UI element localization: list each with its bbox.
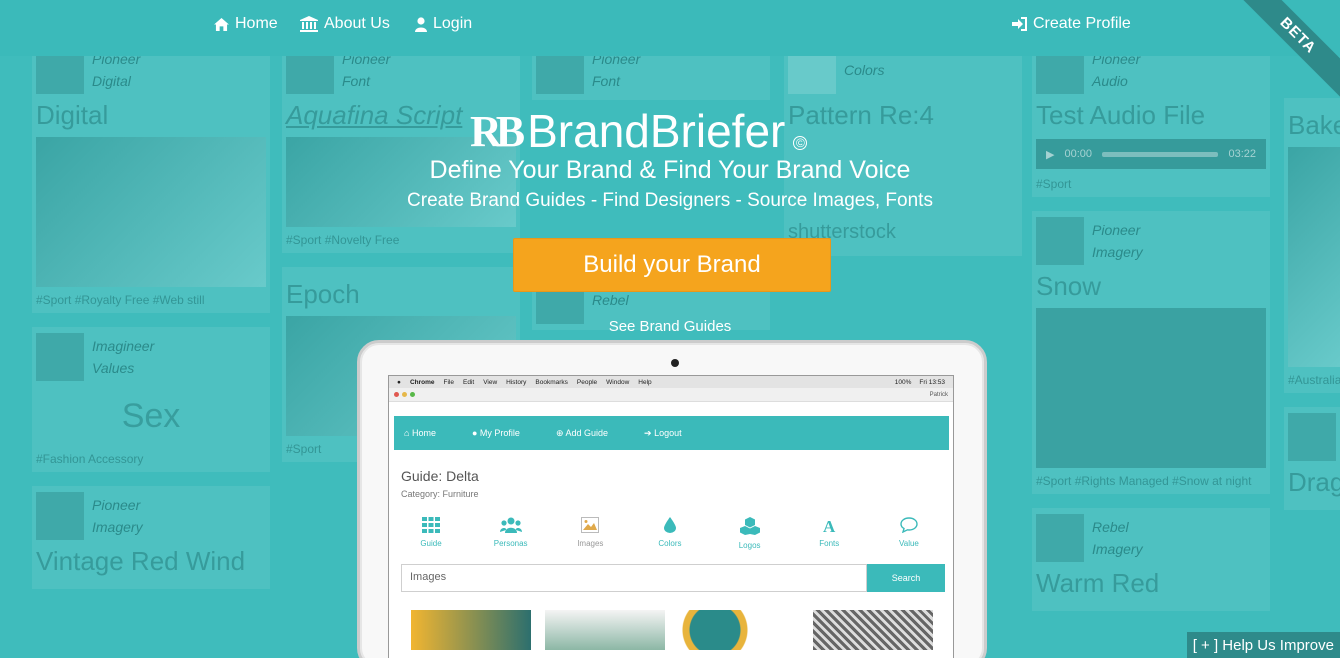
tab-label: Images	[577, 539, 604, 548]
cubes-icon	[739, 517, 760, 535]
clock: Fri 13:53	[919, 378, 945, 386]
app-nav-home: ⌂ Home	[404, 428, 436, 438]
build-brand-button[interactable]: Build your Brand	[513, 238, 831, 292]
app-nav-profile: ● My Profile	[472, 428, 520, 438]
nav-about-label: About Us	[324, 15, 390, 32]
see-brand-guides-link[interactable]: See Brand Guides	[609, 318, 732, 335]
tab-label: Personas	[493, 539, 528, 548]
app-nav-label: Home	[411, 428, 436, 438]
minimize-dot-icon	[402, 392, 407, 397]
maximize-dot-icon	[410, 392, 415, 397]
apple-icon: ●	[397, 378, 401, 386]
browser-bar: Patrick	[389, 388, 953, 402]
mock-search-row: Images Search	[401, 564, 945, 592]
logout-icon: ➔	[644, 427, 652, 438]
hero-tagline: Define Your Brand & Find Your Brand Voic…	[429, 156, 911, 184]
mock-image-thumbnails	[411, 610, 953, 650]
mac-menu-item: People	[576, 378, 598, 386]
close-dot-icon	[394, 392, 399, 397]
tab-logos: Logos	[720, 517, 780, 550]
user-icon: ●	[471, 428, 478, 438]
beta-ribbon: BETA	[1230, 0, 1340, 110]
home-icon	[214, 17, 229, 31]
user-icon	[415, 16, 427, 32]
tab-label: Fonts	[819, 539, 840, 548]
mac-status-area: 100% Fri 13:53	[895, 379, 945, 386]
mac-menu-item: Edit	[462, 378, 475, 386]
app-nav-logout: ➔ Logout	[644, 428, 682, 439]
see-brand-guides-wrapper: See Brand Guides	[0, 318, 1340, 335]
guide-category: Category: Furniture	[401, 489, 479, 499]
battery-percent: 100%	[894, 378, 912, 386]
grid-icon	[422, 517, 440, 533]
tab-images: Images	[560, 517, 620, 550]
image-thumbnail	[411, 610, 531, 650]
mac-menu-bar: ● Chrome File Edit View History Bookmark…	[389, 376, 953, 388]
tab-personas: Personas	[481, 517, 541, 550]
laptop-screen: ● Chrome File Edit View History Bookmark…	[388, 375, 954, 658]
app-navbar: ⌂ Home ● My Profile ⊕ Add Guide ➔ Logout	[394, 416, 949, 450]
speech-bubble-icon	[900, 517, 918, 533]
mac-menu-item: Help	[638, 378, 652, 386]
image-icon	[581, 517, 600, 533]
mac-menu-item: Window	[606, 378, 630, 386]
bank-icon	[300, 16, 318, 32]
mac-menu-item: Bookmarks	[535, 378, 568, 386]
mac-menu-item: History	[506, 378, 527, 386]
tab-value: Value	[879, 517, 939, 550]
mock-search-button: Search	[867, 564, 945, 592]
mac-menu-item: View	[483, 378, 498, 386]
image-thumbnail	[545, 610, 665, 650]
brand-logo: RB BrandBriefer ©	[470, 104, 808, 158]
browser-user: Patrick	[929, 391, 948, 398]
camera-dot	[671, 359, 679, 367]
tab-colors: Colors	[640, 517, 700, 550]
nav-about-link[interactable]: About Us	[300, 14, 390, 34]
font-icon: A	[823, 517, 836, 533]
app-nav-label: Add Guide	[565, 427, 609, 438]
image-thumbnail	[813, 610, 933, 650]
nav-login-link[interactable]: Login	[415, 14, 472, 34]
copyright-icon: ©	[793, 136, 808, 150]
app-nav-label: My Profile	[479, 428, 520, 438]
app-nav-add-guide: ⊕ Add Guide	[556, 428, 608, 439]
brand-name: BrandBriefer	[527, 105, 786, 157]
nav-create-profile-link[interactable]: Create Profile	[1012, 14, 1131, 34]
nav-create-profile-label: Create Profile	[1033, 15, 1131, 32]
tab-label: Colors	[658, 539, 682, 548]
tab-label: Value	[899, 539, 919, 548]
image-thumbnail	[679, 610, 799, 650]
nav-home-label: Home	[235, 15, 278, 32]
guide-title: Guide: Delta	[401, 468, 479, 484]
logo-mark: RB	[470, 106, 525, 156]
app-nav-label: Logout	[654, 427, 682, 438]
beta-label: BETA	[1231, 0, 1340, 102]
tab-label: Guide	[420, 539, 442, 548]
nav-home-link[interactable]: Home	[214, 14, 278, 34]
top-navbar: Home About Us Login Create Profile	[0, 0, 1340, 56]
droplet-icon	[663, 517, 676, 533]
tab-label: Logos	[738, 541, 761, 550]
users-icon	[499, 517, 522, 533]
hero-subtagline: Create Brand Guides - Find Designers - S…	[407, 190, 933, 211]
help-us-improve-button[interactable]: [ + ] Help Us Improve	[1186, 632, 1340, 658]
nav-login-label: Login	[433, 15, 473, 32]
svg-text:A: A	[823, 517, 836, 533]
mac-menu-item: File	[443, 378, 454, 386]
tab-guide: Guide	[401, 517, 461, 550]
plus-circle-icon: ⊕	[555, 427, 564, 438]
sign-in-icon	[1012, 17, 1027, 31]
guide-tabs: Guide Personas Images Colors Logos A Fon…	[401, 517, 939, 550]
home-icon: ⌂	[404, 428, 410, 438]
mock-search-input: Images	[401, 564, 867, 592]
laptop-mockup: ● Chrome File Edit View History Bookmark…	[357, 340, 987, 658]
mac-menu-item: Chrome	[409, 378, 435, 386]
tab-fonts: A Fonts	[799, 517, 859, 550]
